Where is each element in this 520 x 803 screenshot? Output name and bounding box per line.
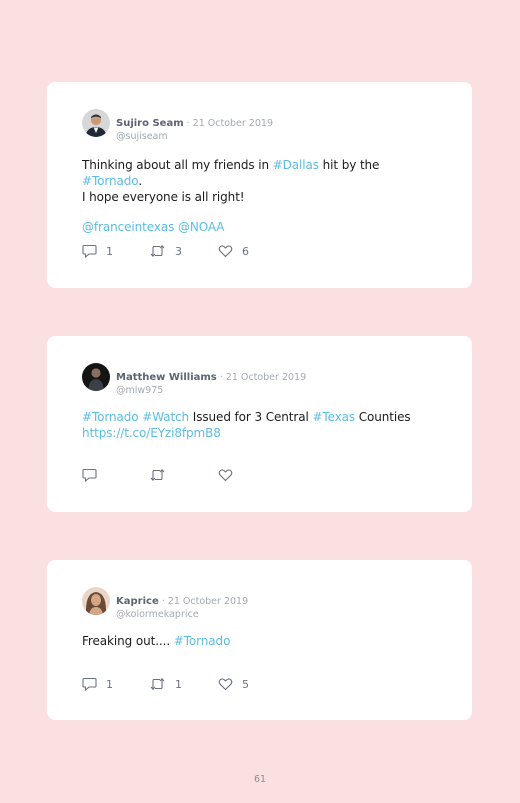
avatar[interactable] [82, 587, 110, 615]
hashtag-tornado[interactable]: #Tornado [82, 410, 139, 424]
retweet-icon [150, 677, 165, 691]
like-count: 6 [242, 244, 249, 258]
retweet-icon [150, 468, 165, 482]
hashtag-dallas[interactable]: #Dallas [273, 158, 319, 172]
mention-noaa[interactable]: @NOAA [178, 220, 225, 234]
tweet-date: · 21 October 2019 [183, 118, 274, 129]
retweet-button[interactable]: 3 [149, 243, 182, 259]
text-segment: Counties [355, 410, 411, 424]
author-name[interactable]: Sujiro Seam [116, 118, 184, 129]
tweet-url-link[interactable]: https://t.co/EYzi8fpmB8 [82, 425, 442, 441]
author-handle[interactable]: @mlw975 [116, 385, 306, 396]
retweet-count: 1 [175, 677, 182, 691]
text-segment: . [138, 174, 143, 188]
retweet-icon [150, 244, 165, 258]
retweet-button[interactable]: 1 [149, 676, 182, 692]
tweet-text: #Tornado #Watch Issued for 3 Central #Te… [82, 409, 442, 441]
heart-icon [218, 245, 233, 258]
retweet-button[interactable] [149, 467, 175, 483]
author-handle[interactable]: @kolormekaprice [116, 609, 248, 620]
tweet-card: Matthew Williams · 21 October 2019 @mlw9… [47, 336, 472, 512]
hashtag-watch[interactable]: #Watch [142, 410, 189, 424]
reply-count: 1 [106, 244, 113, 258]
tweet-date: · 21 October 2019 [216, 372, 307, 383]
avatar[interactable] [82, 363, 110, 391]
tweet-text: Freaking out.... #Tornado [82, 633, 442, 649]
tweet-text: Thinking about all my friends in #Dallas… [82, 157, 442, 235]
like-count: 5 [242, 677, 249, 691]
reply-button[interactable]: 1 [82, 243, 113, 259]
retweet-count: 3 [175, 244, 182, 258]
text-segment: hit by the [318, 158, 380, 172]
hashtag-tornado[interactable]: #Tornado [82, 174, 138, 188]
reply-icon [82, 468, 97, 482]
author-handle[interactable]: @sujiseam [116, 131, 273, 142]
reply-button[interactable] [82, 467, 106, 483]
author-name[interactable]: Matthew Williams [116, 372, 217, 383]
text-segment: Issued for 3 Central [189, 410, 313, 424]
reply-count: 1 [106, 677, 113, 691]
reply-button[interactable]: 1 [82, 676, 113, 692]
like-button[interactable]: 6 [218, 243, 249, 259]
tweet-date: · 21 October 2019 [158, 596, 249, 607]
like-button[interactable]: 5 [218, 676, 249, 692]
like-button[interactable] [218, 467, 242, 483]
hashtag-texas[interactable]: #Texas [312, 410, 355, 424]
text-segment: Freaking out.... [82, 634, 174, 648]
mention-franceintexas[interactable]: @franceintexas [82, 220, 174, 234]
heart-icon [218, 469, 233, 482]
text-line: I hope everyone is all right! [82, 190, 245, 204]
avatar[interactable] [82, 109, 110, 137]
reply-icon [82, 244, 97, 258]
reply-icon [82, 677, 97, 691]
page-number: 61 [253, 774, 267, 785]
heart-icon [218, 678, 233, 691]
author-name[interactable]: Kaprice [116, 596, 159, 607]
text-segment: Thinking about all my friends in [82, 158, 273, 172]
hashtag-tornado[interactable]: #Tornado [174, 634, 231, 648]
tweet-card: Kaprice · 21 October 2019 @kolormekapric… [47, 560, 472, 720]
tweet-card: Sujiro Seam · 21 October 2019 @sujiseam … [47, 82, 472, 288]
